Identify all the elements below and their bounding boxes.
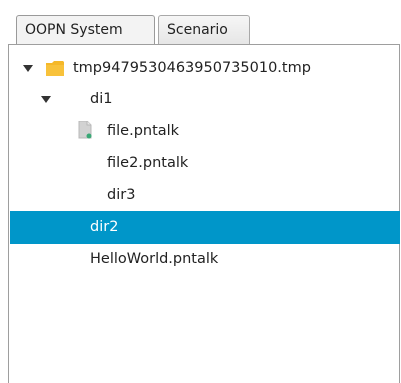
file-icon <box>78 121 92 139</box>
tree-item-dir2[interactable]: dir2 <box>10 211 400 244</box>
tab-scenario[interactable]: Scenario <box>158 15 250 44</box>
tree-item-root[interactable]: tmp947953046395073501​0.tmp <box>10 52 400 85</box>
tree-item-label: dir2 <box>90 219 119 235</box>
tree-item-label: di1 <box>90 91 113 107</box>
tree-item-label: tmp947953046395073501​0.tmp <box>73 60 311 76</box>
folder-icon <box>46 61 64 76</box>
tree-item-label: file2.pntalk <box>107 155 189 171</box>
expand-arrow-icon[interactable] <box>41 96 51 103</box>
tree-item-dir3[interactable]: dir3 <box>10 179 400 212</box>
tree-item-label: HelloWorld.pntalk <box>90 251 219 267</box>
expand-arrow-icon[interactable] <box>23 65 33 72</box>
tree-item-file[interactable]: file.pntalk <box>10 115 400 148</box>
file-tree-panel: tmp947953046395073501​0.tmp di1 file.pnt… <box>8 44 400 383</box>
tab-bar: OOPN System Scenario <box>0 0 401 44</box>
tree-item-label: file.pntalk <box>107 123 180 139</box>
tree-item-file2[interactable]: file2.pntalk <box>10 147 400 180</box>
tree-item-helloworld[interactable]: HelloWorld.pntalk <box>10 243 400 276</box>
tree-item-di1[interactable]: di1 <box>10 83 400 116</box>
tab-oopn-system-label: OOPN System <box>25 22 123 38</box>
tab-oopn-system[interactable]: OOPN System <box>16 15 155 44</box>
tree-item-label: dir3 <box>107 187 136 203</box>
tab-scenario-label: Scenario <box>167 22 228 38</box>
